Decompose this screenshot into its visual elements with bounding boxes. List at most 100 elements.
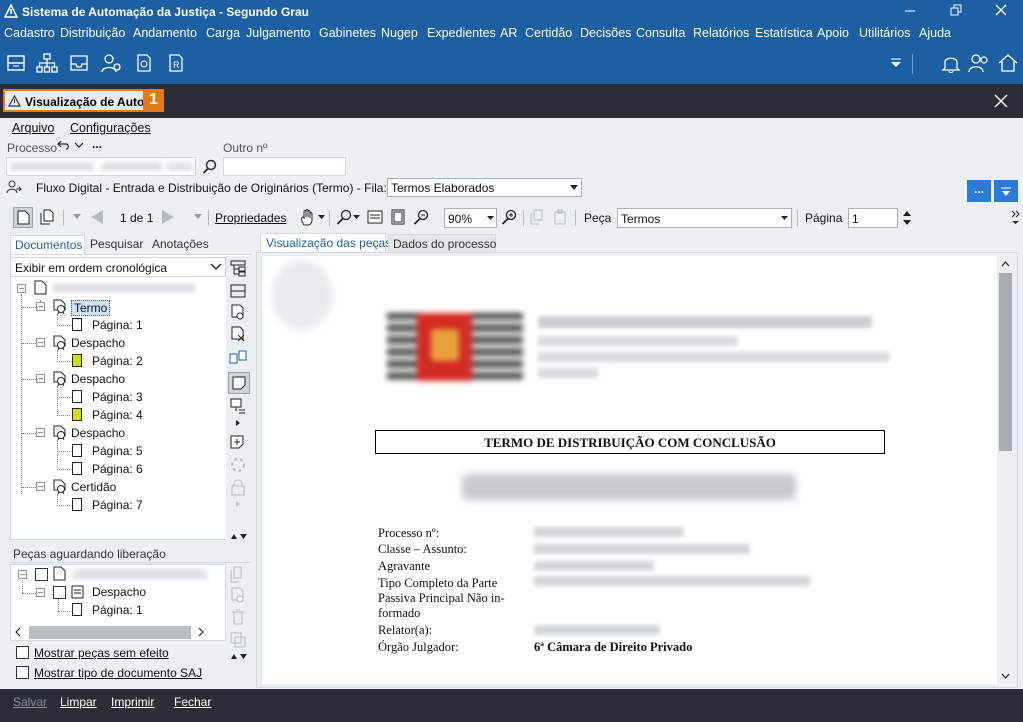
scrollbar-thumb[interactable]	[999, 273, 1012, 451]
hand-tool-icon[interactable]	[300, 209, 316, 226]
scroll-down-icon[interactable]	[1001, 673, 1010, 679]
menu-ajuda[interactable]: Ajuda	[919, 26, 951, 40]
tree-page-label[interactable]: Página: 5	[92, 444, 143, 458]
home-icon[interactable]	[997, 52, 1019, 74]
collapse-toggle[interactable]: –	[36, 374, 45, 383]
menu-expedientes[interactable]: Expedientes	[427, 26, 496, 40]
tree-view-icon[interactable]	[229, 259, 247, 277]
menu-distribuicao[interactable]: Distribuição	[60, 26, 125, 40]
document-view-toggle[interactable]	[13, 207, 33, 228]
menu-julgamento[interactable]: Julgamento	[246, 26, 311, 40]
collapse-toggle[interactable]: –	[36, 338, 45, 347]
search-icon[interactable]	[202, 159, 217, 174]
tree-node-label[interactable]: Despacho	[71, 372, 125, 386]
zoom-in-icon[interactable]	[501, 209, 517, 225]
tipo-saj-label[interactable]: Mostrar tipo de documento SAJ	[34, 666, 202, 680]
previous-page-icon[interactable]	[89, 209, 105, 225]
minimize-icon[interactable]	[902, 2, 918, 18]
scroll-updown-icon[interactable]	[230, 653, 248, 660]
move-documents-icon[interactable]	[229, 630, 247, 648]
menu-consulta[interactable]: Consulta	[636, 26, 685, 40]
copy-icon[interactable]	[530, 209, 546, 225]
tree-page-label[interactable]: Página: 4	[92, 408, 143, 422]
menu-decisoes[interactable]: Decisões	[580, 26, 631, 40]
drawer-icon[interactable]	[5, 52, 27, 74]
collapse-button[interactable]	[994, 180, 1018, 202]
processo-input[interactable]	[6, 157, 196, 176]
chevron-right-icon[interactable]	[235, 420, 241, 426]
pagina-input[interactable]: 1	[848, 208, 898, 228]
document-clock-icon[interactable]	[133, 52, 155, 74]
list-view-icon[interactable]	[229, 282, 247, 300]
zoom-select[interactable]: 90%	[444, 208, 497, 228]
scroll-left-icon[interactable]	[14, 627, 22, 637]
sem-efeito-checkbox[interactable]	[16, 646, 29, 659]
document-r-icon[interactable]: R	[165, 52, 187, 74]
certificate-icon[interactable]	[229, 304, 247, 322]
fit-page-icon[interactable]	[390, 209, 406, 225]
menu-carga[interactable]: Carga	[206, 26, 240, 40]
tab-visualizacao-autos[interactable]: Visualização de Autos	[3, 89, 164, 112]
chevron-down-icon[interactable]	[353, 215, 360, 220]
more-options[interactable]: ...	[92, 137, 102, 151]
pending-despacho-checkbox[interactable]	[53, 586, 66, 599]
scroll-updown-icon[interactable]	[230, 533, 248, 540]
tree-node-label[interactable]: Despacho	[71, 336, 125, 350]
menu-apoio[interactable]: Apoio	[817, 26, 849, 40]
org-chart-icon[interactable]	[36, 52, 58, 74]
pending-page-label[interactable]: Página: 1	[92, 603, 143, 617]
menu-cadastro[interactable]: Cadastro	[4, 26, 55, 40]
chevron-down-icon[interactable]	[74, 140, 84, 150]
tree-node-label[interactable]: Termo	[71, 300, 111, 316]
add-note-icon[interactable]	[229, 434, 247, 452]
close-tab-icon[interactable]	[994, 94, 1008, 108]
inbox-icon[interactable]	[68, 52, 90, 74]
sem-efeito-label[interactable]: Mostrar peças sem efeito	[34, 646, 169, 660]
peca-select[interactable]: Termos	[617, 208, 792, 228]
tree-node-label[interactable]: Despacho	[71, 426, 125, 440]
tab-anotacoes[interactable]: Anotações	[152, 237, 209, 251]
collapse-toggle[interactable]: –	[36, 302, 45, 311]
zoom-icon[interactable]	[336, 209, 352, 225]
chevron-down-icon[interactable]	[194, 214, 202, 220]
chevron-down-icon[interactable]	[318, 215, 325, 220]
next-page-icon[interactable]	[160, 209, 176, 225]
outro-numero-input[interactable]	[223, 157, 346, 176]
bell-icon[interactable]	[940, 52, 962, 74]
menu-gabinetes[interactable]: Gabinetes	[319, 26, 376, 40]
vertical-scrollbar[interactable]	[997, 256, 1014, 684]
tree-node-label[interactable]: Certidão	[71, 480, 116, 494]
users-icon[interactable]	[968, 52, 990, 74]
tree-page-label[interactable]: Página: 6	[92, 462, 143, 476]
pending-checkbox[interactable]	[35, 568, 48, 581]
collapse-toggle[interactable]: –	[36, 482, 45, 491]
imprimir-button[interactable]: Imprimir	[111, 695, 154, 709]
tree-page-label[interactable]: Página: 2	[92, 354, 143, 368]
menu-estatistica[interactable]: Estatística	[755, 26, 813, 40]
documents-icon[interactable]	[40, 209, 55, 225]
pending-doc-label[interactable]: Despacho	[92, 585, 146, 599]
paste-icon[interactable]	[552, 209, 568, 225]
sticky-note-toggle[interactable]	[228, 372, 250, 394]
fila-select[interactable]: Termos Elaborados	[387, 178, 582, 197]
user-settings-icon[interactable]	[100, 52, 122, 74]
salvar-button[interactable]: Salvar	[13, 695, 47, 709]
undo-icon[interactable]	[57, 139, 71, 151]
overflow-chevron-icon[interactable]	[1011, 209, 1020, 225]
menu-utilitarios[interactable]: Utilitários	[859, 26, 910, 40]
propriedades-button[interactable]: Propriedades	[215, 211, 286, 225]
menu-nugep[interactable]: Nugep	[381, 26, 418, 40]
chevron-down-icon[interactable]	[73, 214, 81, 220]
menu-andamento[interactable]: Andamento	[133, 26, 197, 40]
restore-icon[interactable]	[948, 2, 964, 18]
document-list-icon[interactable]	[229, 397, 247, 415]
fechar-button[interactable]: Fechar	[174, 695, 211, 709]
menu-ar[interactable]: AR	[500, 26, 517, 40]
lock-icon[interactable]	[229, 478, 247, 496]
menu-configuracoes[interactable]: Configurações	[70, 121, 151, 135]
limpar-button[interactable]: Limpar	[60, 695, 97, 709]
collapse-toggle[interactable]: –	[36, 428, 45, 437]
tree-page-label[interactable]: Página: 7	[92, 498, 143, 512]
tab-dados-processo[interactable]: Dados do processo	[388, 234, 496, 253]
zoom-out-icon[interactable]	[413, 209, 429, 225]
